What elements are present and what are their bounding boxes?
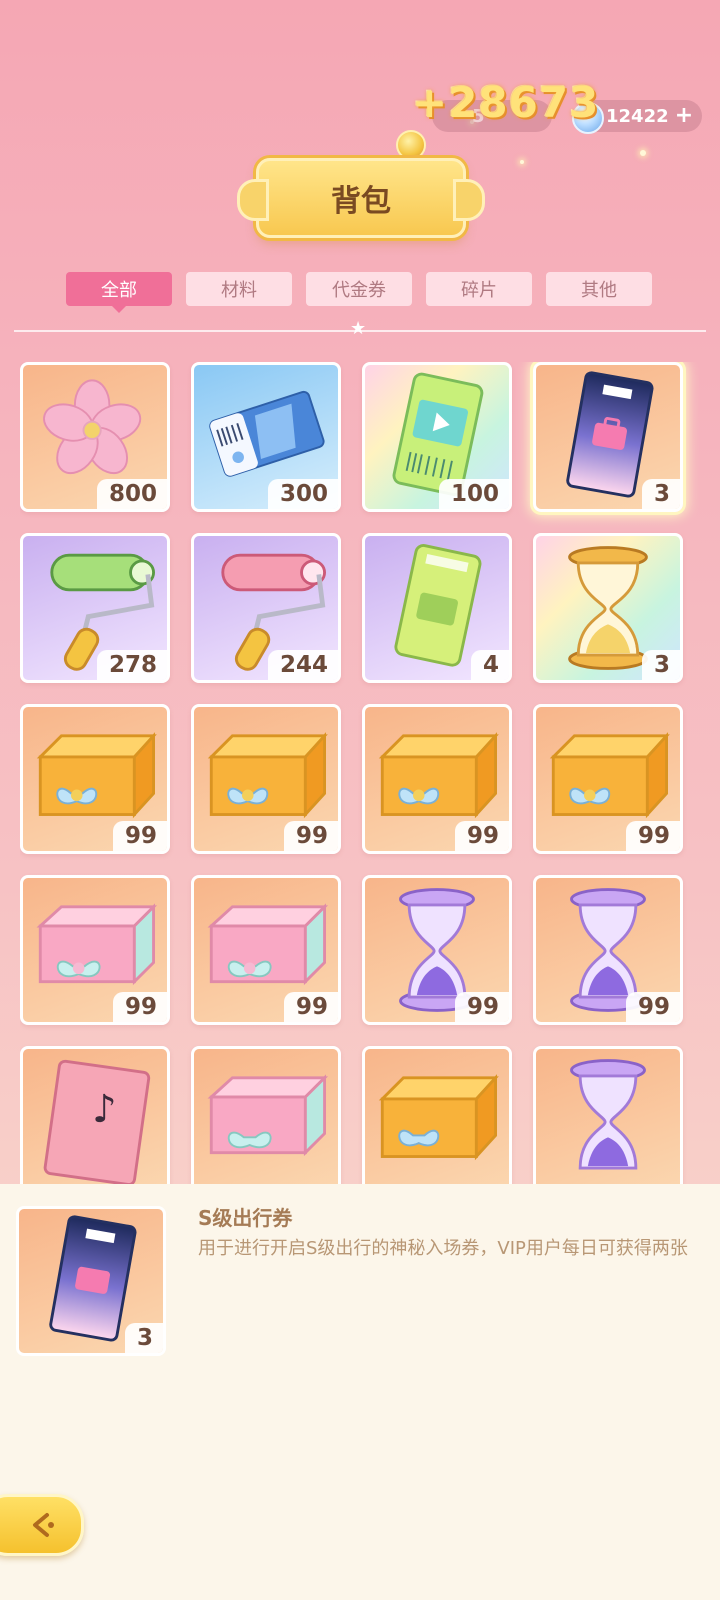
sparkle (520, 160, 524, 164)
item-slot[interactable]: 4 (362, 533, 512, 683)
item-slot[interactable]: 278 (20, 533, 170, 683)
item-slot[interactable]: 99 (533, 875, 683, 1025)
tab-label: 代金券 (332, 280, 386, 301)
item-count: 300 (267, 479, 338, 509)
item-slot[interactable]: 300 (191, 362, 341, 512)
item-slot-selected[interactable]: 3 (533, 362, 683, 512)
item-detail-panel: 3 S级出行券 用于进行开启S级出行的神秘入场券，VIP用户每日可获得两张 (0, 1184, 720, 1600)
detail-item-slot: 3 (16, 1206, 166, 1356)
add-gem-icon[interactable]: + (674, 105, 694, 127)
pink-gift-box-icon (207, 1074, 329, 1157)
gem-amount: 12422 (606, 105, 669, 127)
item-count: 244 (267, 650, 338, 680)
item-slot[interactable]: 99 (362, 875, 512, 1025)
item-count: 99 (625, 821, 680, 851)
item-count: 3 (641, 479, 680, 509)
item-slot[interactable]: 99 (20, 875, 170, 1025)
tab-vouchers[interactable]: 代金券 (306, 272, 412, 306)
item-count: 4 (470, 650, 509, 680)
inventory-grid[interactable]: 800 300 100 3 278 244 4 3 99 99 99 99 99… (20, 362, 700, 1184)
back-arrow-icon (33, 1513, 54, 1537)
item-slot[interactable]: 99 (20, 704, 170, 854)
reward-popup: +28673 (412, 78, 600, 127)
item-slot[interactable]: 3 (533, 533, 683, 683)
detail-item-description: 用于进行开启S级出行的神秘入场券，VIP用户每日可获得两张 (198, 1238, 688, 1259)
item-count: 278 (96, 650, 167, 680)
tab-label: 碎片 (461, 280, 497, 301)
item-count: 99 (112, 821, 167, 851)
tab-all[interactable]: 全部 (66, 272, 172, 313)
tab-label: 材料 (221, 280, 257, 301)
detail-item-count: 3 (124, 1323, 163, 1353)
item-slot[interactable]: 244 (191, 533, 341, 683)
item-count: 3 (641, 650, 680, 680)
star-icon: ★ (350, 318, 367, 339)
purple-hourglass-icon (570, 1059, 646, 1170)
page-title: 背包 (331, 184, 391, 219)
item-count: 99 (283, 992, 338, 1022)
item-slot[interactable]: 100 (362, 362, 512, 512)
item-count: 99 (283, 821, 338, 851)
page-title-plaque: 背包 (237, 158, 485, 238)
detail-item-name: S级出行券 (198, 1206, 293, 1230)
tab-label: 全部 (101, 280, 137, 301)
item-count: 100 (438, 479, 509, 509)
item-count: 800 (96, 479, 167, 509)
item-slot[interactable] (533, 1046, 683, 1184)
svg-text:♪: ♪ (92, 1087, 117, 1132)
item-slot[interactable] (191, 1046, 341, 1184)
item-count: 99 (454, 821, 509, 851)
sparkle (640, 150, 646, 156)
item-slot[interactable]: 99 (533, 704, 683, 854)
item-count: 99 (625, 992, 680, 1022)
item-slot[interactable]: ♪ (20, 1046, 170, 1184)
back-button[interactable] (0, 1494, 84, 1556)
tab-others[interactable]: 其他 (546, 272, 652, 306)
coin-icon (396, 130, 426, 160)
tab-label: 其他 (581, 280, 617, 301)
item-count: 99 (454, 992, 509, 1022)
item-slot[interactable]: 99 (362, 704, 512, 854)
music-book-icon: ♪ (43, 1059, 151, 1184)
item-slot[interactable]: 99 (191, 875, 341, 1025)
category-tabs: 全部 材料 代金券 碎片 其他 (66, 272, 652, 313)
tab-fragments[interactable]: 碎片 (426, 272, 532, 306)
item-slot[interactable]: 800 (20, 362, 170, 512)
orange-gift-box-icon (378, 1074, 499, 1161)
item-count: 99 (112, 992, 167, 1022)
item-slot[interactable]: 99 (191, 704, 341, 854)
tab-materials[interactable]: 材料 (186, 272, 292, 306)
item-slot[interactable] (362, 1046, 512, 1184)
